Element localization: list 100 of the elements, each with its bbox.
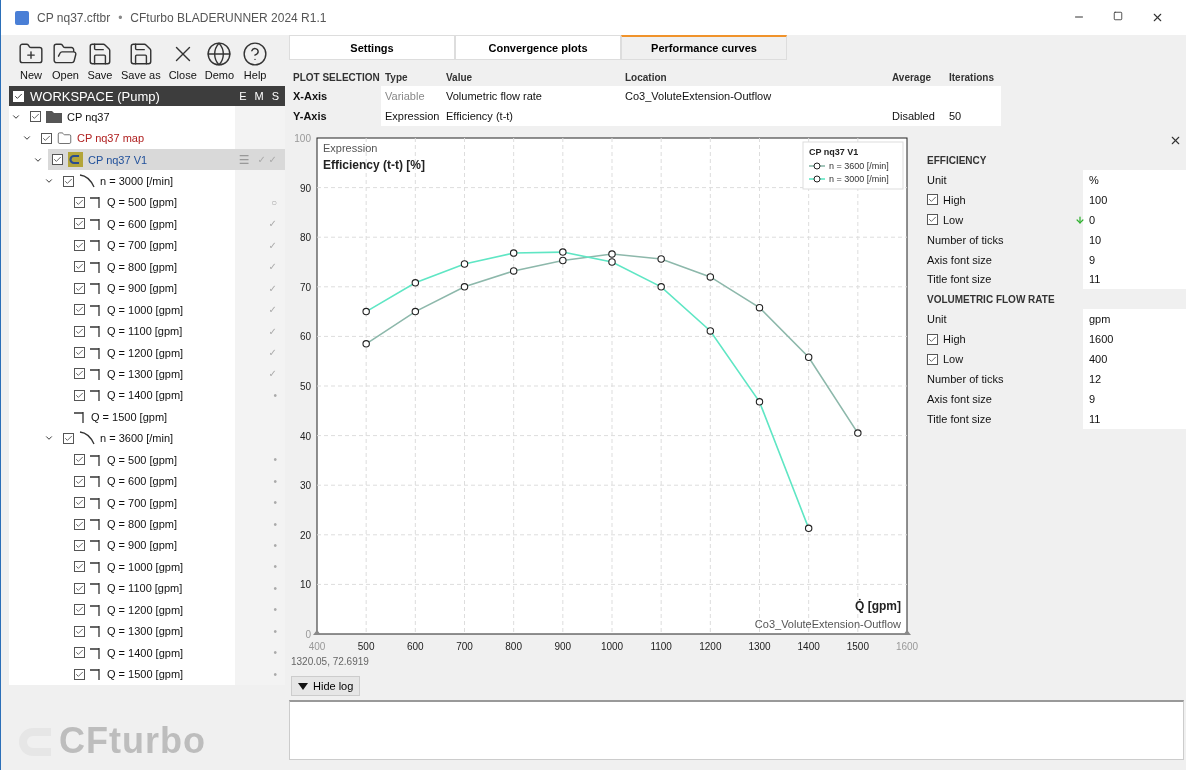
checkbox[interactable] — [74, 497, 85, 509]
property-value[interactable]: 10 — [1089, 233, 1102, 246]
column-flag[interactable]: M — [254, 90, 264, 102]
property-label: Number of ticks — [927, 233, 1004, 246]
property-value[interactable]: 12 — [1089, 372, 1102, 385]
tree-item[interactable]: Q = 600 [gpm] — [107, 475, 177, 488]
status-mark: ✓ ✓ — [257, 154, 277, 166]
column-flag[interactable]: S — [271, 90, 279, 102]
checkbox[interactable] — [74, 304, 85, 316]
tree-item[interactable]: Q = 1000 [gpm] — [107, 560, 184, 573]
table-cell: 50 — [945, 106, 1001, 126]
checkbox[interactable] — [74, 196, 85, 208]
checkbox[interactable] — [63, 432, 74, 444]
status-mark: • — [273, 454, 277, 466]
maximize-icon[interactable] — [1113, 11, 1123, 21]
toolbar-button[interactable]: Save — [83, 41, 116, 86]
property-value[interactable]: 0 — [1089, 213, 1096, 226]
checkbox[interactable] — [74, 539, 85, 551]
checkbox[interactable] — [30, 111, 41, 123]
checkbox[interactable] — [74, 582, 85, 594]
checkbox[interactable] — [74, 261, 85, 273]
tree-item[interactable]: CP nq37 V1 — [88, 153, 148, 166]
checkbox[interactable] — [74, 475, 85, 487]
checkbox[interactable] — [74, 561, 85, 573]
axis-tick-label: 1300 — [748, 641, 771, 652]
checkbox[interactable] — [74, 454, 85, 466]
status-mark: ○ — [270, 196, 277, 208]
tree-item[interactable]: Q = 1400 [gpm] — [107, 646, 184, 659]
property-value[interactable]: 11 — [1089, 273, 1101, 286]
close-icon[interactable] — [1151, 11, 1164, 24]
checkbox[interactable] — [63, 175, 74, 187]
checkbox[interactable] — [74, 218, 85, 230]
checkbox[interactable] — [74, 647, 85, 659]
property-value[interactable]: 100 — [1089, 193, 1108, 206]
status-mark: • — [273, 582, 277, 594]
tree-item[interactable]: Q = 600 [gpm] — [107, 217, 177, 230]
property-value[interactable]: 400 — [1089, 353, 1108, 366]
y-source-label: Expression — [323, 142, 378, 154]
tree-item[interactable]: Q = 1000 [gpm] — [107, 303, 184, 316]
tree-item[interactable]: Q = 800 [gpm] — [107, 260, 177, 273]
toolbar-button[interactable]: Open — [49, 41, 82, 86]
toolbar-button[interactable]: Save as — [117, 41, 164, 86]
pin-icon — [90, 389, 102, 402]
checkbox[interactable] — [41, 132, 52, 144]
tree-item[interactable]: Q = 1500 [gpm] — [107, 668, 184, 681]
checkbox[interactable] — [927, 194, 938, 206]
tree-item[interactable]: Q = 1100 [gpm] — [107, 325, 183, 338]
tree-item[interactable]: Q = 700 [gpm] — [107, 239, 177, 252]
property-value[interactable]: gpm — [1089, 313, 1111, 326]
tab[interactable]: Settings — [289, 35, 455, 60]
tree-item[interactable]: Q = 500 [gpm] — [107, 453, 177, 466]
tree-item[interactable]: Q = 1100 [gpm] — [107, 582, 183, 595]
column-flag[interactable]: E — [239, 90, 247, 102]
pin-icon — [90, 346, 102, 359]
hide-log-button[interactable]: Hide log — [291, 676, 361, 696]
pin-icon — [90, 518, 102, 531]
legend-title: CP nq37 V1 — [809, 147, 859, 157]
checkbox[interactable] — [74, 518, 85, 530]
tree-item[interactable]: Q = 1400 [gpm] — [107, 389, 184, 402]
tab[interactable]: Convergence plots — [455, 35, 621, 60]
property-value[interactable]: 11 — [1089, 412, 1101, 425]
checkbox[interactable] — [74, 347, 85, 359]
tree-item[interactable]: CP nq37 map — [77, 132, 145, 145]
property-value[interactable]: % — [1089, 173, 1099, 186]
tree-item[interactable]: Q = 1300 [gpm] — [107, 625, 184, 638]
tree-item[interactable]: Q = 500 [gpm] — [107, 196, 177, 209]
checkbox[interactable] — [52, 154, 63, 166]
toolbar-button[interactable]: Help — [239, 41, 272, 86]
checkbox[interactable] — [74, 625, 85, 637]
tree-item[interactable]: Q = 1500 [gpm] — [91, 410, 168, 423]
folder-icon — [46, 110, 62, 123]
checkbox[interactable] — [927, 214, 938, 226]
property-value[interactable]: 9 — [1089, 392, 1096, 405]
tree-item[interactable]: Q = 900 [gpm] — [107, 539, 177, 552]
checkbox[interactable] — [74, 368, 85, 380]
tree-item[interactable]: Q = 1200 [gpm] — [107, 603, 184, 616]
checkbox[interactable] — [927, 353, 938, 365]
tree-item[interactable]: Q = 800 [gpm] — [107, 518, 177, 531]
pin-icon — [90, 582, 102, 595]
checkbox[interactable] — [74, 668, 85, 680]
toolbar-button[interactable]: New — [15, 41, 47, 86]
tree-item[interactable]: Q = 900 [gpm] — [107, 282, 177, 295]
checkbox[interactable] — [74, 282, 85, 294]
tree-item[interactable]: Q = 700 [gpm] — [107, 496, 177, 509]
property-value[interactable]: 1600 — [1089, 333, 1114, 346]
property-value[interactable]: 9 — [1089, 253, 1096, 266]
checkbox[interactable] — [74, 239, 85, 251]
checkbox[interactable] — [74, 389, 85, 401]
toolbar-button[interactable]: Close — [165, 41, 200, 86]
tree-item[interactable]: n = 3000 [/min] — [100, 175, 174, 188]
tab[interactable]: Performance curves — [621, 35, 787, 60]
checkbox[interactable] — [927, 333, 938, 345]
tree-item[interactable]: n = 3600 [/min] — [100, 432, 174, 445]
toolbar-button[interactable]: Demo — [201, 41, 238, 86]
checkbox[interactable] — [74, 325, 85, 337]
tree-item[interactable]: CP nq37 — [67, 110, 110, 123]
checkbox[interactable] — [74, 604, 85, 616]
pin-icon — [90, 217, 102, 230]
tree-item[interactable]: Q = 1200 [gpm] — [107, 346, 184, 359]
tree-item[interactable]: Q = 1300 [gpm] — [107, 367, 184, 380]
